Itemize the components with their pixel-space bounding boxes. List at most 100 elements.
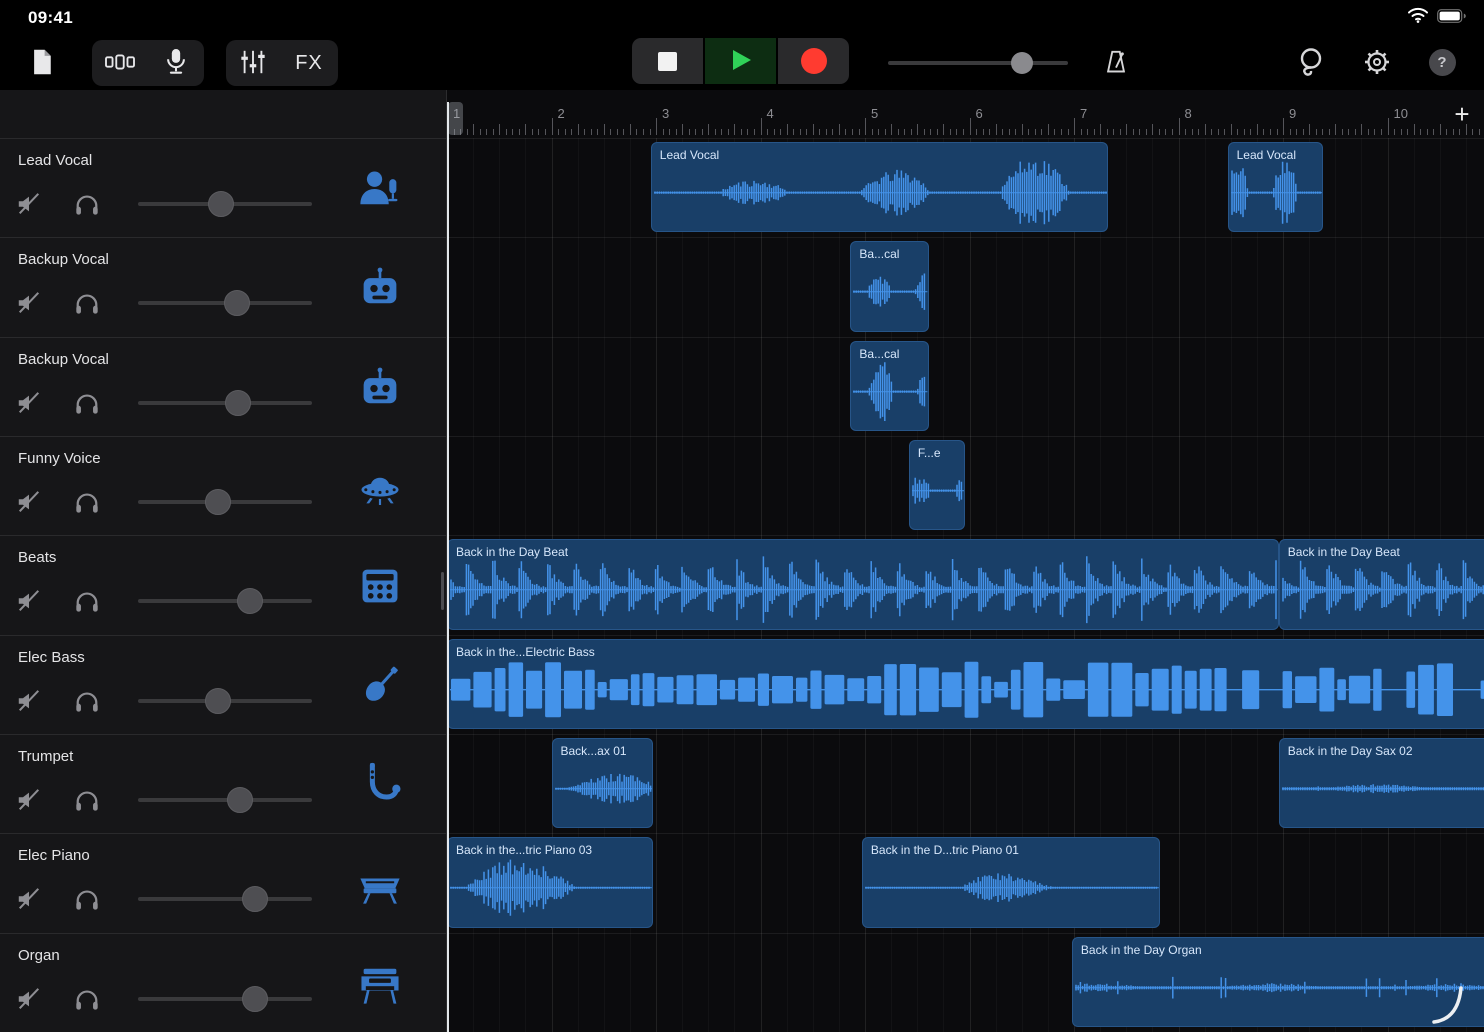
record-button[interactable] <box>778 38 849 84</box>
region-5[interactable]: Back in the Day Beat <box>447 539 1279 629</box>
mute-button[interactable] <box>16 489 42 515</box>
monitor-button[interactable] <box>74 390 100 416</box>
play-button[interactable] <box>705 38 776 84</box>
monitor-button[interactable] <box>74 588 100 614</box>
track-header-elec-bass-5[interactable]: Elec Bass <box>0 635 446 734</box>
master-volume-slider[interactable] <box>888 50 1068 76</box>
region-12[interactable]: Back in the Day Organ <box>1072 937 1484 1027</box>
track-volume-slider[interactable] <box>138 191 312 217</box>
monitor-button[interactable] <box>74 787 100 813</box>
ruler-tick <box>676 129 677 135</box>
loop-browser-button[interactable] <box>1294 46 1328 82</box>
help-button[interactable]: ? <box>1427 47 1457 77</box>
fx-button[interactable]: FX <box>282 40 336 86</box>
sidebar-resize-handle[interactable] <box>441 572 444 610</box>
track-name: Beats <box>18 549 56 566</box>
volume-knob[interactable] <box>227 787 253 813</box>
ruler-tick <box>1361 124 1362 135</box>
track-volume-slider[interactable] <box>138 886 312 912</box>
monitor-button[interactable] <box>74 489 100 515</box>
robot-icon[interactable] <box>356 264 404 312</box>
track-volume-slider[interactable] <box>138 489 312 515</box>
mute-button[interactable] <box>16 688 42 714</box>
region-8[interactable]: Back...ax 01 <box>552 738 653 828</box>
monitor-button[interactable] <box>74 191 100 217</box>
track-header-beats-4[interactable]: Beats <box>0 535 446 634</box>
slider-track <box>138 599 312 603</box>
organ-icon[interactable] <box>356 960 404 1008</box>
volume-knob[interactable] <box>208 191 234 217</box>
stop-button[interactable] <box>632 38 703 84</box>
track-header-organ-8[interactable]: Organ <box>0 933 446 1032</box>
ruler-tick <box>1113 129 1114 135</box>
my-songs-button[interactable] <box>24 46 60 80</box>
bar-ruler[interactable]: 12345678910 <box>447 90 1484 138</box>
region-3[interactable]: Ba...cal <box>850 341 928 431</box>
track-volume-slider[interactable] <box>138 787 312 813</box>
drum-machine-icon[interactable] <box>356 562 404 610</box>
volume-knob[interactable] <box>242 886 268 912</box>
speaker-muted-icon <box>16 602 42 617</box>
headphones-icon <box>74 205 100 220</box>
volume-knob[interactable] <box>224 290 250 316</box>
track-volume-slider[interactable] <box>138 986 312 1012</box>
region-9[interactable]: Back in the Day Sax 02 <box>1279 738 1484 828</box>
track-header-trumpet-6[interactable]: Trumpet <box>0 734 446 833</box>
region-11[interactable]: Back in the D...tric Piano 01 <box>862 837 1160 927</box>
mute-button[interactable] <box>16 290 42 316</box>
track-header-lead-vocal-0[interactable]: Lead Vocal <box>0 138 446 237</box>
volume-knob[interactable] <box>205 489 231 515</box>
monitor-button[interactable] <box>74 886 100 912</box>
region-4[interactable]: F...e <box>909 440 965 530</box>
track-header-backup-vocal-2[interactable]: Backup Vocal <box>0 337 446 436</box>
mute-button[interactable] <box>16 886 42 912</box>
robot-icon[interactable] <box>356 364 404 412</box>
mute-button[interactable] <box>16 191 42 217</box>
bass-guitar-icon[interactable] <box>356 662 404 710</box>
volume-knob[interactable] <box>237 588 263 614</box>
ufo-icon[interactable] <box>356 463 404 511</box>
monitor-button[interactable] <box>74 688 100 714</box>
region-6[interactable]: Back in the Day Beat <box>1279 539 1484 629</box>
track-volume-slider[interactable] <box>138 688 312 714</box>
headphones-icon <box>74 1000 100 1015</box>
mute-button[interactable] <box>16 390 42 416</box>
region-7[interactable]: Back in the...Electric Bass <box>447 639 1484 729</box>
mute-button[interactable] <box>16 588 42 614</box>
region-0[interactable]: Lead Vocal <box>651 142 1109 232</box>
slider-track <box>138 798 312 802</box>
record-input-button[interactable] <box>151 40 201 86</box>
mute-button[interactable] <box>16 787 42 813</box>
mute-button[interactable] <box>16 986 42 1012</box>
ruler-tick <box>832 129 833 135</box>
slider-knob[interactable] <box>1011 52 1033 74</box>
region-10[interactable]: Back in the...tric Piano 03 <box>447 837 653 927</box>
vocalist-icon[interactable] <box>356 165 404 213</box>
track-header-backup-vocal-1[interactable]: Backup Vocal <box>0 237 446 336</box>
track-header-funny-voice-3[interactable]: Funny Voice <box>0 436 446 535</box>
track-view-button[interactable] <box>95 40 145 86</box>
ruler-tick <box>1165 129 1166 135</box>
volume-knob[interactable] <box>205 688 231 714</box>
electric-piano-icon[interactable] <box>356 860 404 908</box>
track-controls-button[interactable] <box>228 40 278 86</box>
monitor-button[interactable] <box>74 290 100 316</box>
playhead[interactable] <box>447 102 449 1032</box>
settings-button[interactable] <box>1360 46 1394 80</box>
add-section-button[interactable]: + <box>1448 100 1476 128</box>
track-volume-slider[interactable] <box>138 290 312 316</box>
track-volume-slider[interactable] <box>138 390 312 416</box>
ruler-tick <box>1309 124 1310 135</box>
playhead-cap[interactable] <box>448 102 463 135</box>
volume-knob[interactable] <box>225 390 251 416</box>
monitor-button[interactable] <box>74 986 100 1012</box>
track-volume-slider[interactable] <box>138 588 312 614</box>
ruler-tick <box>839 124 840 135</box>
track-header-elec-piano-7[interactable]: Elec Piano <box>0 833 446 932</box>
region-2[interactable]: Ba...cal <box>850 241 928 331</box>
track-header-sidebar: Lead VocalBackup VocalBackup VocalFunny … <box>0 90 446 1032</box>
saxophone-icon[interactable] <box>356 761 404 809</box>
metronome-button[interactable] <box>1100 48 1132 80</box>
volume-knob[interactable] <box>242 986 268 1012</box>
region-1[interactable]: Lead Vocal <box>1228 142 1323 232</box>
